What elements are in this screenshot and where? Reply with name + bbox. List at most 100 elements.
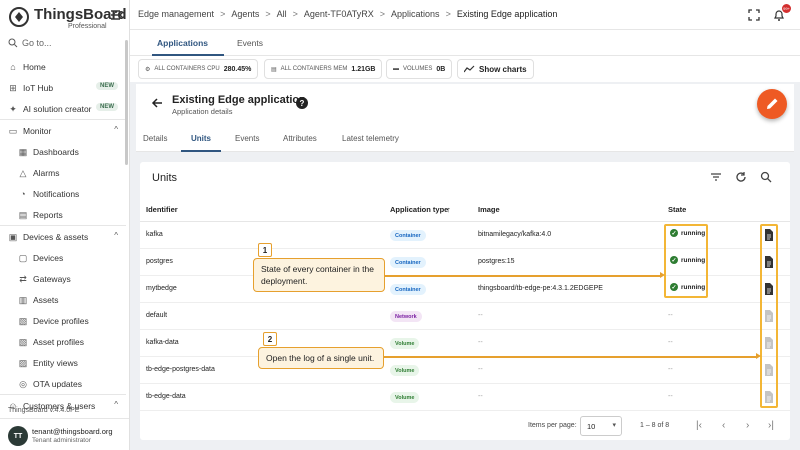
search-icon <box>8 38 18 48</box>
sidebar-item-label: Assets <box>33 294 59 305</box>
fullscreen-icon[interactable] <box>747 8 761 22</box>
memory-icon: ▤ <box>271 66 277 73</box>
refresh-icon[interactable] <box>735 171 747 183</box>
breadcrumb-separator-icon: > <box>265 9 271 19</box>
sidebar-item-entity-views[interactable]: ▨ Entity views <box>0 352 126 373</box>
unit-identifier: kafka-data <box>146 339 179 346</box>
col-identifier[interactable]: Identifier <box>146 205 178 214</box>
breadcrumb-separator-icon: > <box>220 9 226 19</box>
table-row[interactable]: tb-edge-postgres-data Volume -- -- <box>140 357 790 384</box>
unit-image: bitnamilegacy/kafka:4.0 <box>478 231 552 238</box>
edit-fab-button[interactable] <box>757 89 787 119</box>
brand-edition: Professional <box>68 23 107 30</box>
sidebar-item-monitor[interactable]: ▭ Monitor ^ <box>0 120 126 141</box>
tab-attributes[interactable]: Attributes <box>283 134 317 143</box>
sidebar-item-devices[interactable]: ▢ Devices <box>0 247 126 268</box>
filter-icon[interactable] <box>710 171 722 183</box>
active-subtab-indicator <box>181 150 221 152</box>
report-icon: ▤ <box>18 209 28 220</box>
unit-image: thingsboard/tb-edge-pe:4.3.1.2EDGEPE <box>478 285 603 292</box>
table-row[interactable]: tb-edge-data Volume -- -- <box>140 384 790 411</box>
mem-value: 1.21GB <box>351 65 376 73</box>
sidebar-scrollbar[interactable] <box>125 40 128 165</box>
sidebar-item-asset-profiles[interactable]: ▧ Asset profiles <box>0 331 126 352</box>
tab-applications[interactable]: Applications <box>157 38 208 48</box>
sidebar-item-devices-assets[interactable]: ▣ Devices & assets ^ <box>0 226 126 247</box>
application-type-chip: Network <box>390 311 422 322</box>
hub-icon: ⊞ <box>9 82 17 93</box>
next-page-icon[interactable]: › <box>746 420 749 431</box>
last-page-icon[interactable]: ›| <box>768 420 774 431</box>
sidebar-item-label: Asset profiles <box>33 336 85 347</box>
stats-row: ⚙ ALL CONTAINERS CPU 280.45% ▤ ALL CONTA… <box>130 56 800 82</box>
sidebar-item-alarms[interactable]: △ Alarms <box>0 162 126 183</box>
show-charts-label: Show charts <box>479 64 527 74</box>
sidebar-item-home[interactable]: ⌂ Home <box>0 56 126 77</box>
topbar: Edge management > Agents > All > Agent-TF0ATyR… <box>130 0 800 30</box>
col-state[interactable]: State <box>668 205 686 214</box>
logo[interactable]: ThingsBoard Professional <box>8 6 127 32</box>
tab-units[interactable]: Units <box>191 134 211 143</box>
sidebar-item-device-profiles[interactable]: ▧ Device profiles <box>0 310 126 331</box>
col-application-type[interactable]: Application type <box>390 205 448 214</box>
dashboard-icon: ▦ <box>18 146 28 157</box>
sidebar-item-dashboards[interactable]: ▦ Dashboards <box>0 141 126 162</box>
show-charts-button[interactable]: Show charts <box>457 59 534 79</box>
unit-image: postgres:15 <box>478 258 515 265</box>
items-per-page-value: 10 <box>587 422 596 431</box>
unit-image: -- <box>478 339 483 346</box>
breadcrumb-item[interactable]: Agent-TF0ATyRX <box>304 9 374 19</box>
state-status: -- <box>668 393 673 400</box>
chevron-up-icon[interactable]: ^ <box>114 231 118 240</box>
sidebar: ThingsBoard Professional Go to... ⌂ Home ⊞… <box>0 0 130 450</box>
page-subtitle: Application details <box>172 107 233 116</box>
sidebar-item-ai-solution-creator[interactable]: ✦ AI solution creator NEW <box>0 98 126 119</box>
sidebar-item-label: Gateways <box>33 273 71 284</box>
tab-latest-telemetry[interactable]: Latest telemetry <box>342 134 399 143</box>
app-version: ThingsBoard v.4.4.0PE <box>8 407 80 414</box>
new-badge: NEW <box>96 103 118 111</box>
ai-icon: ✦ <box>9 103 17 114</box>
callout-log: Open the log of a single unit. <box>258 347 384 369</box>
help-icon[interactable]: ? <box>296 97 308 109</box>
unit-identifier: tb-edge-postgres-data <box>146 366 215 373</box>
details-header: Existing Edge application Application de… <box>136 84 794 126</box>
table-row[interactable]: default Network -- -- <box>140 303 790 330</box>
user-panel[interactable]: TT tenant@thingsboard.org Tenant adminis… <box>0 418 129 450</box>
prev-page-icon[interactable]: ‹ <box>722 420 725 431</box>
menu-collapse-icon[interactable] <box>110 8 124 22</box>
sidebar-item-gateways[interactable]: ⇄ Gateways <box>0 268 126 289</box>
sidebar-item-notifications[interactable]: ◔ Notifications <box>0 183 126 204</box>
application-type-chip: Volume <box>390 392 420 403</box>
sidebar-item-reports[interactable]: ▤ Reports <box>0 204 126 225</box>
vol-value: 0B <box>436 65 446 73</box>
chevron-up-icon[interactable]: ^ <box>114 125 118 134</box>
application-type-chip: Volume <box>390 365 420 376</box>
sidebar-item-assets[interactable]: ▥ Assets <box>0 289 126 310</box>
sidebar-item-ota-updates[interactable]: ◎ OTA updates <box>0 373 126 394</box>
breadcrumb-item[interactable]: Edge management <box>138 9 214 19</box>
tab-details[interactable]: Details <box>143 134 167 143</box>
tab-unit-events[interactable]: Events <box>235 134 259 143</box>
items-per-page-select[interactable]: 10 ▾ <box>580 416 622 436</box>
goto-label: Go to... <box>22 38 52 48</box>
breadcrumb-item[interactable]: Applications <box>391 9 440 19</box>
back-arrow-icon[interactable] <box>150 96 164 110</box>
search-icon[interactable] <box>760 171 772 183</box>
sidebar-item-iot-hub[interactable]: ⊞ IoT Hub NEW <box>0 77 126 98</box>
breadcrumb-item[interactable]: All <box>277 9 287 19</box>
detail-tabs: Details Units Events Attributes Latest t… <box>136 126 794 152</box>
sort-arrow-icon[interactable]: ↑ <box>447 205 451 214</box>
chevron-up-icon[interactable]: ^ <box>114 400 118 409</box>
unit-identifier: default <box>146 312 168 319</box>
table-row[interactable]: kafka-data Volume -- -- <box>140 330 790 357</box>
units-card: Units Identifier Application type ↑ Imag… <box>140 162 790 440</box>
breadcrumb-item[interactable]: Agents <box>231 9 259 19</box>
sidebar-nav: ⌂ Home ⊞ IoT Hub NEW ✦ AI solution creator NEW ▭… <box>0 56 126 416</box>
tab-events[interactable]: Events <box>237 38 263 48</box>
volumes-stat: ▬ VOLUMES 0B <box>386 59 453 79</box>
goto-search[interactable]: Go to... <box>8 36 52 50</box>
dropdown-caret-icon: ▾ <box>612 422 616 429</box>
col-image[interactable]: Image <box>478 205 500 214</box>
first-page-icon[interactable]: |‹ <box>696 420 702 431</box>
